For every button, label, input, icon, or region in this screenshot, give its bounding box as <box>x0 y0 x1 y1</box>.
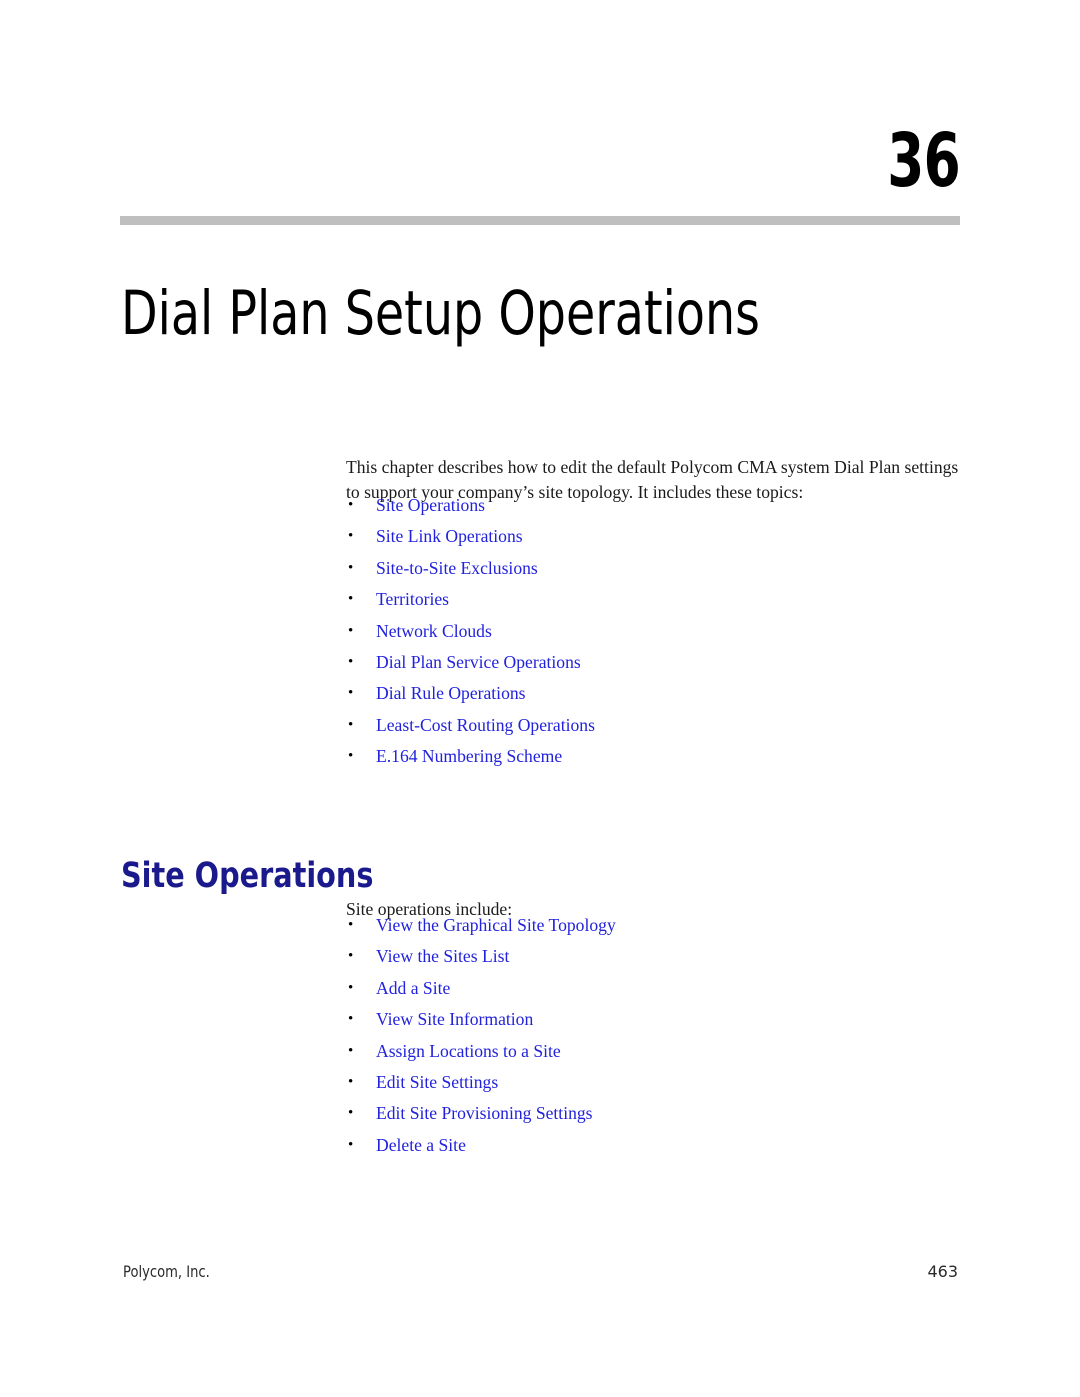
topic-link[interactable]: E.164 Numbering Scheme <box>376 746 562 766</box>
list-item[interactable]: • E.164 Numbering Scheme <box>346 741 966 772</box>
list-item[interactable]: • Edit Site Settings <box>346 1067 966 1098</box>
footer-page-number: 463 <box>927 1262 958 1281</box>
list-item[interactable]: • View the Graphical Site Topology <box>346 910 966 941</box>
bullet-icon: • <box>348 685 354 702</box>
topic-link[interactable]: Dial Plan Service Operations <box>376 652 581 672</box>
bullet-icon: • <box>348 1105 354 1122</box>
site-operation-link[interactable]: View the Graphical Site Topology <box>376 915 616 935</box>
bullet-icon: • <box>348 653 354 670</box>
list-item[interactable]: • Network Clouds <box>346 616 966 647</box>
chapter-topics-list: • Site Operations • Site Link Operations… <box>346 490 966 773</box>
bullet-icon: • <box>348 622 354 639</box>
bullet-icon: • <box>348 917 354 933</box>
bullet-icon: • <box>348 528 354 545</box>
bullet-icon: • <box>348 497 354 513</box>
list-item[interactable]: • Territories <box>346 584 966 615</box>
site-operation-link[interactable]: View Site Information <box>376 1009 533 1029</box>
topic-link[interactable]: Site-to-Site Exclusions <box>376 558 538 578</box>
site-operations-list: • View the Graphical Site Topology • Vie… <box>346 910 966 1161</box>
list-item[interactable]: • Dial Plan Service Operations <box>346 647 966 678</box>
list-item[interactable]: • View Site Information <box>346 1004 966 1035</box>
site-operation-link[interactable]: Assign Locations to a Site <box>376 1041 561 1061</box>
topic-link[interactable]: Site Link Operations <box>376 526 523 546</box>
chapter-title: Dial Plan Setup Operations <box>121 277 760 349</box>
topic-link[interactable]: Site Operations <box>376 495 485 515</box>
document-page: 36 Dial Plan Setup Operations This chapt… <box>0 0 1080 1397</box>
topic-link[interactable]: Least-Cost Routing Operations <box>376 715 595 735</box>
site-operation-link[interactable]: Edit Site Settings <box>376 1072 498 1092</box>
bullet-icon: • <box>348 948 354 965</box>
bullet-icon: • <box>348 591 354 608</box>
section-heading-site-operations: Site Operations <box>121 856 374 897</box>
bullet-icon: • <box>348 748 354 765</box>
list-item[interactable]: • Site Link Operations <box>346 521 966 552</box>
list-item[interactable]: • Assign Locations to a Site <box>346 1036 966 1067</box>
bullet-icon: • <box>348 559 354 576</box>
list-item[interactable]: • Site-to-Site Exclusions <box>346 553 966 584</box>
bullet-icon: • <box>348 1073 354 1090</box>
bullet-icon: • <box>348 716 354 733</box>
list-item[interactable]: • Edit Site Provisioning Settings <box>346 1098 966 1129</box>
list-item[interactable]: • Dial Rule Operations <box>346 678 966 709</box>
list-item[interactable]: • Add a Site <box>346 973 966 1004</box>
topic-link[interactable]: Territories <box>376 589 449 609</box>
site-operation-link[interactable]: Add a Site <box>376 978 450 998</box>
list-item[interactable]: • Site Operations <box>346 490 966 521</box>
list-item[interactable]: • Delete a Site <box>346 1130 966 1161</box>
site-operation-link[interactable]: Delete a Site <box>376 1135 466 1155</box>
site-operation-link[interactable]: Edit Site Provisioning Settings <box>376 1103 593 1123</box>
bullet-icon: • <box>348 979 354 996</box>
bullet-icon: • <box>348 1136 354 1153</box>
bullet-icon: • <box>348 1042 354 1059</box>
bullet-icon: • <box>348 1011 354 1028</box>
chapter-number: 36 <box>887 118 960 204</box>
site-operation-link[interactable]: View the Sites List <box>376 946 509 966</box>
list-item[interactable]: • Least-Cost Routing Operations <box>346 710 966 741</box>
topic-link[interactable]: Network Clouds <box>376 621 492 641</box>
topic-link[interactable]: Dial Rule Operations <box>376 683 526 703</box>
list-item[interactable]: • View the Sites List <box>346 941 966 972</box>
chapter-header-rule <box>120 216 960 225</box>
